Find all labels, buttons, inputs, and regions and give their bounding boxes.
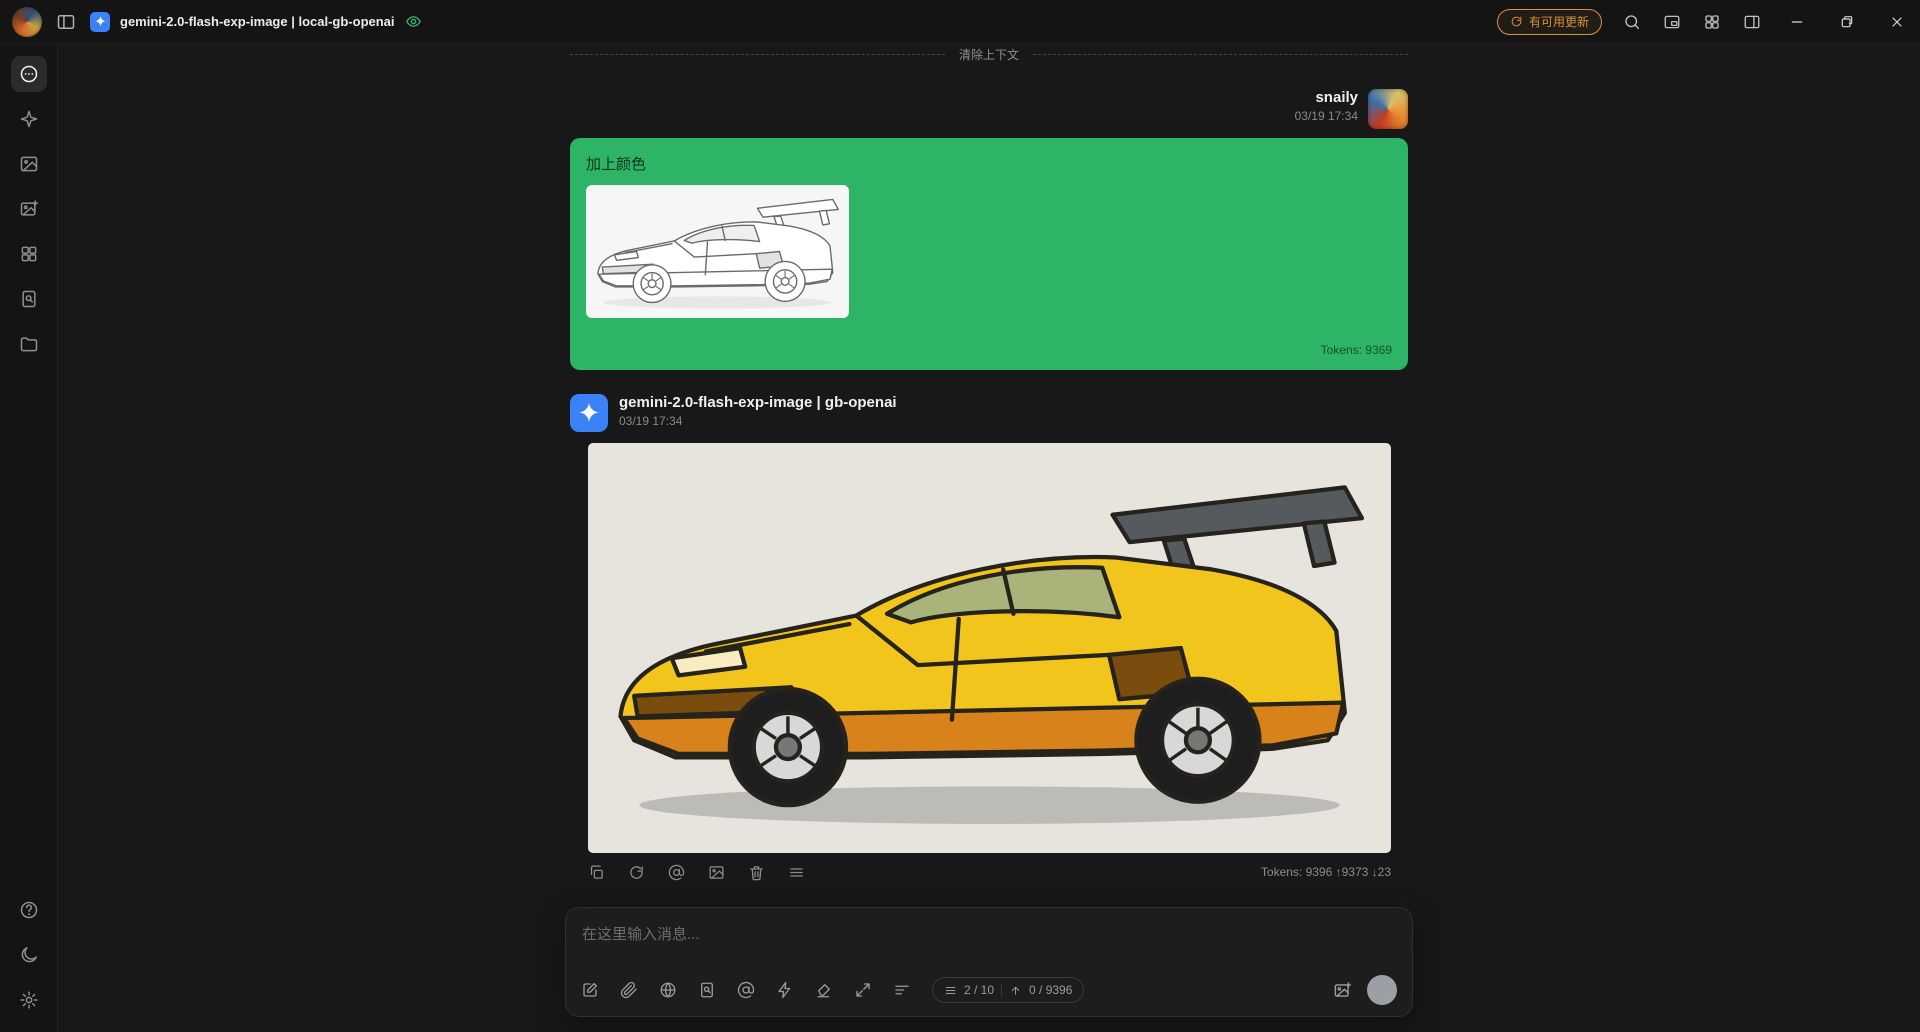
- user-message-text: 加上颜色: [586, 156, 647, 173]
- model-sparkle-icon: [94, 15, 107, 28]
- minimize-button[interactable]: [1774, 0, 1820, 44]
- send-button[interactable]: [1367, 975, 1397, 1005]
- update-available-button[interactable]: 有可用更新: [1496, 8, 1602, 35]
- sidebar-item-image-generation[interactable]: [11, 191, 47, 227]
- image-plus-icon[interactable]: [1333, 981, 1352, 1000]
- titlebar: gemini-2.0-flash-exp-image | local-gb-op…: [0, 0, 1920, 44]
- message-input-box: 在这里输入消息... 2 / 10 0 / 9396: [565, 907, 1413, 1017]
- sidebar-nav: [10, 56, 47, 362]
- copy-icon[interactable]: [588, 864, 605, 881]
- update-label: 有可用更新: [1528, 15, 1589, 29]
- sidebar-item-paintings[interactable]: [11, 146, 47, 182]
- new-topic-icon[interactable]: [581, 981, 599, 999]
- context-menu-icon: [944, 984, 957, 997]
- sidebar-item-help[interactable]: [11, 892, 47, 928]
- token-arrow-icon: [1009, 984, 1022, 997]
- web-search-icon[interactable]: [659, 981, 677, 999]
- input-toolbar: 2 / 10 0 / 9396: [581, 975, 1397, 1005]
- context-divider[interactable]: 清除上下文: [570, 46, 1409, 63]
- collapse-toolbar-icon[interactable]: [893, 981, 911, 999]
- user-author-name: snaily: [1315, 89, 1358, 106]
- sidebar-item-settings[interactable]: [11, 982, 47, 1018]
- message-assistant: gemini-2.0-flash-exp-image | gb-openai 0…: [570, 394, 1408, 882]
- sidebar-item-theme[interactable]: [11, 937, 47, 973]
- regenerate-icon[interactable]: [628, 864, 645, 881]
- mention-icon[interactable]: [668, 864, 685, 881]
- assistant-avatar: [570, 394, 608, 432]
- close-icon: [1889, 14, 1905, 30]
- user-avatar: [1368, 89, 1408, 129]
- more-icon[interactable]: [788, 864, 805, 881]
- message-user: snaily 03/19 17:34 加上颜色 Tokens: 9369: [570, 89, 1408, 370]
- message-input[interactable]: 在这里输入消息...: [582, 923, 1396, 944]
- attached-sketch-image[interactable]: [586, 185, 849, 318]
- window-title: gemini-2.0-flash-exp-image | local-gb-op…: [120, 14, 395, 29]
- token-count: 0 / 9396: [1029, 983, 1073, 997]
- sidebar: [0, 44, 58, 1032]
- clear-context-icon[interactable]: [815, 981, 833, 999]
- search-icon: [1623, 13, 1641, 31]
- user-tokens-label: Tokens: 9369: [1320, 343, 1392, 357]
- assistant-sparkle-icon: [577, 401, 601, 425]
- search-button[interactable]: [1614, 4, 1650, 40]
- context-count: 2 / 10: [964, 983, 995, 997]
- generated-image[interactable]: [588, 443, 1391, 853]
- apps-grid-icon: [1703, 13, 1721, 31]
- mini-window-button[interactable]: [1654, 4, 1690, 40]
- send-arrow-icon: [1375, 983, 1390, 998]
- assistant-author-name: gemini-2.0-flash-exp-image | gb-openai: [619, 394, 897, 411]
- restore-icon: [1839, 14, 1855, 30]
- expand-icon[interactable]: [854, 981, 872, 999]
- user-message-bubble: 加上颜色 Tokens: 9369: [570, 138, 1408, 370]
- chat-area: 清除上下文 snaily 03/19 17:34 加上颜色 Tokens: 93…: [58, 44, 1920, 1032]
- sidebar-item-knowledge[interactable]: [11, 281, 47, 317]
- export-image-icon[interactable]: [708, 864, 725, 881]
- update-refresh-icon: [1510, 15, 1523, 28]
- assistant-tokens-label: Tokens: 9396 ↑9373 ↓23: [1260, 865, 1391, 879]
- assistant-message-time: 03/19 17:34: [619, 414, 683, 428]
- restore-button[interactable]: [1824, 0, 1870, 44]
- attach-icon[interactable]: [620, 981, 638, 999]
- delete-icon[interactable]: [748, 864, 765, 881]
- car-colored-art: [588, 443, 1391, 853]
- sidebar-item-chat[interactable]: [10, 56, 47, 92]
- close-button[interactable]: [1874, 0, 1920, 44]
- apps-grid-button[interactable]: [1694, 4, 1730, 40]
- sidebar-footer: [11, 892, 47, 1018]
- visibility-icon[interactable]: [405, 13, 422, 30]
- model-chip: [90, 11, 110, 32]
- sidebar-item-files[interactable]: [11, 326, 47, 362]
- minimize-icon: [1789, 14, 1805, 30]
- sidebar-item-mini-apps[interactable]: [11, 236, 47, 272]
- message-toolbar: Tokens: 9396 ↑9373 ↓23: [588, 862, 1391, 882]
- mention-icon[interactable]: [737, 981, 755, 999]
- quick-phrase-icon[interactable]: [776, 981, 794, 999]
- car-sketch-art: [586, 185, 849, 318]
- sidebar-item-agents[interactable]: [11, 101, 47, 137]
- right-panel-icon: [1743, 13, 1761, 31]
- user-message-time: 03/19 17:34: [1294, 109, 1358, 123]
- sidebar-toggle-icon[interactable]: [56, 12, 76, 32]
- context-divider-label: 清除上下文: [959, 48, 1020, 62]
- user-profile-avatar[interactable]: [12, 6, 42, 37]
- right-panel-toggle-button[interactable]: [1734, 4, 1770, 40]
- knowledge-icon[interactable]: [698, 981, 716, 999]
- context-pill[interactable]: 2 / 10 0 / 9396: [932, 977, 1085, 1003]
- mini-window-icon: [1663, 13, 1681, 31]
